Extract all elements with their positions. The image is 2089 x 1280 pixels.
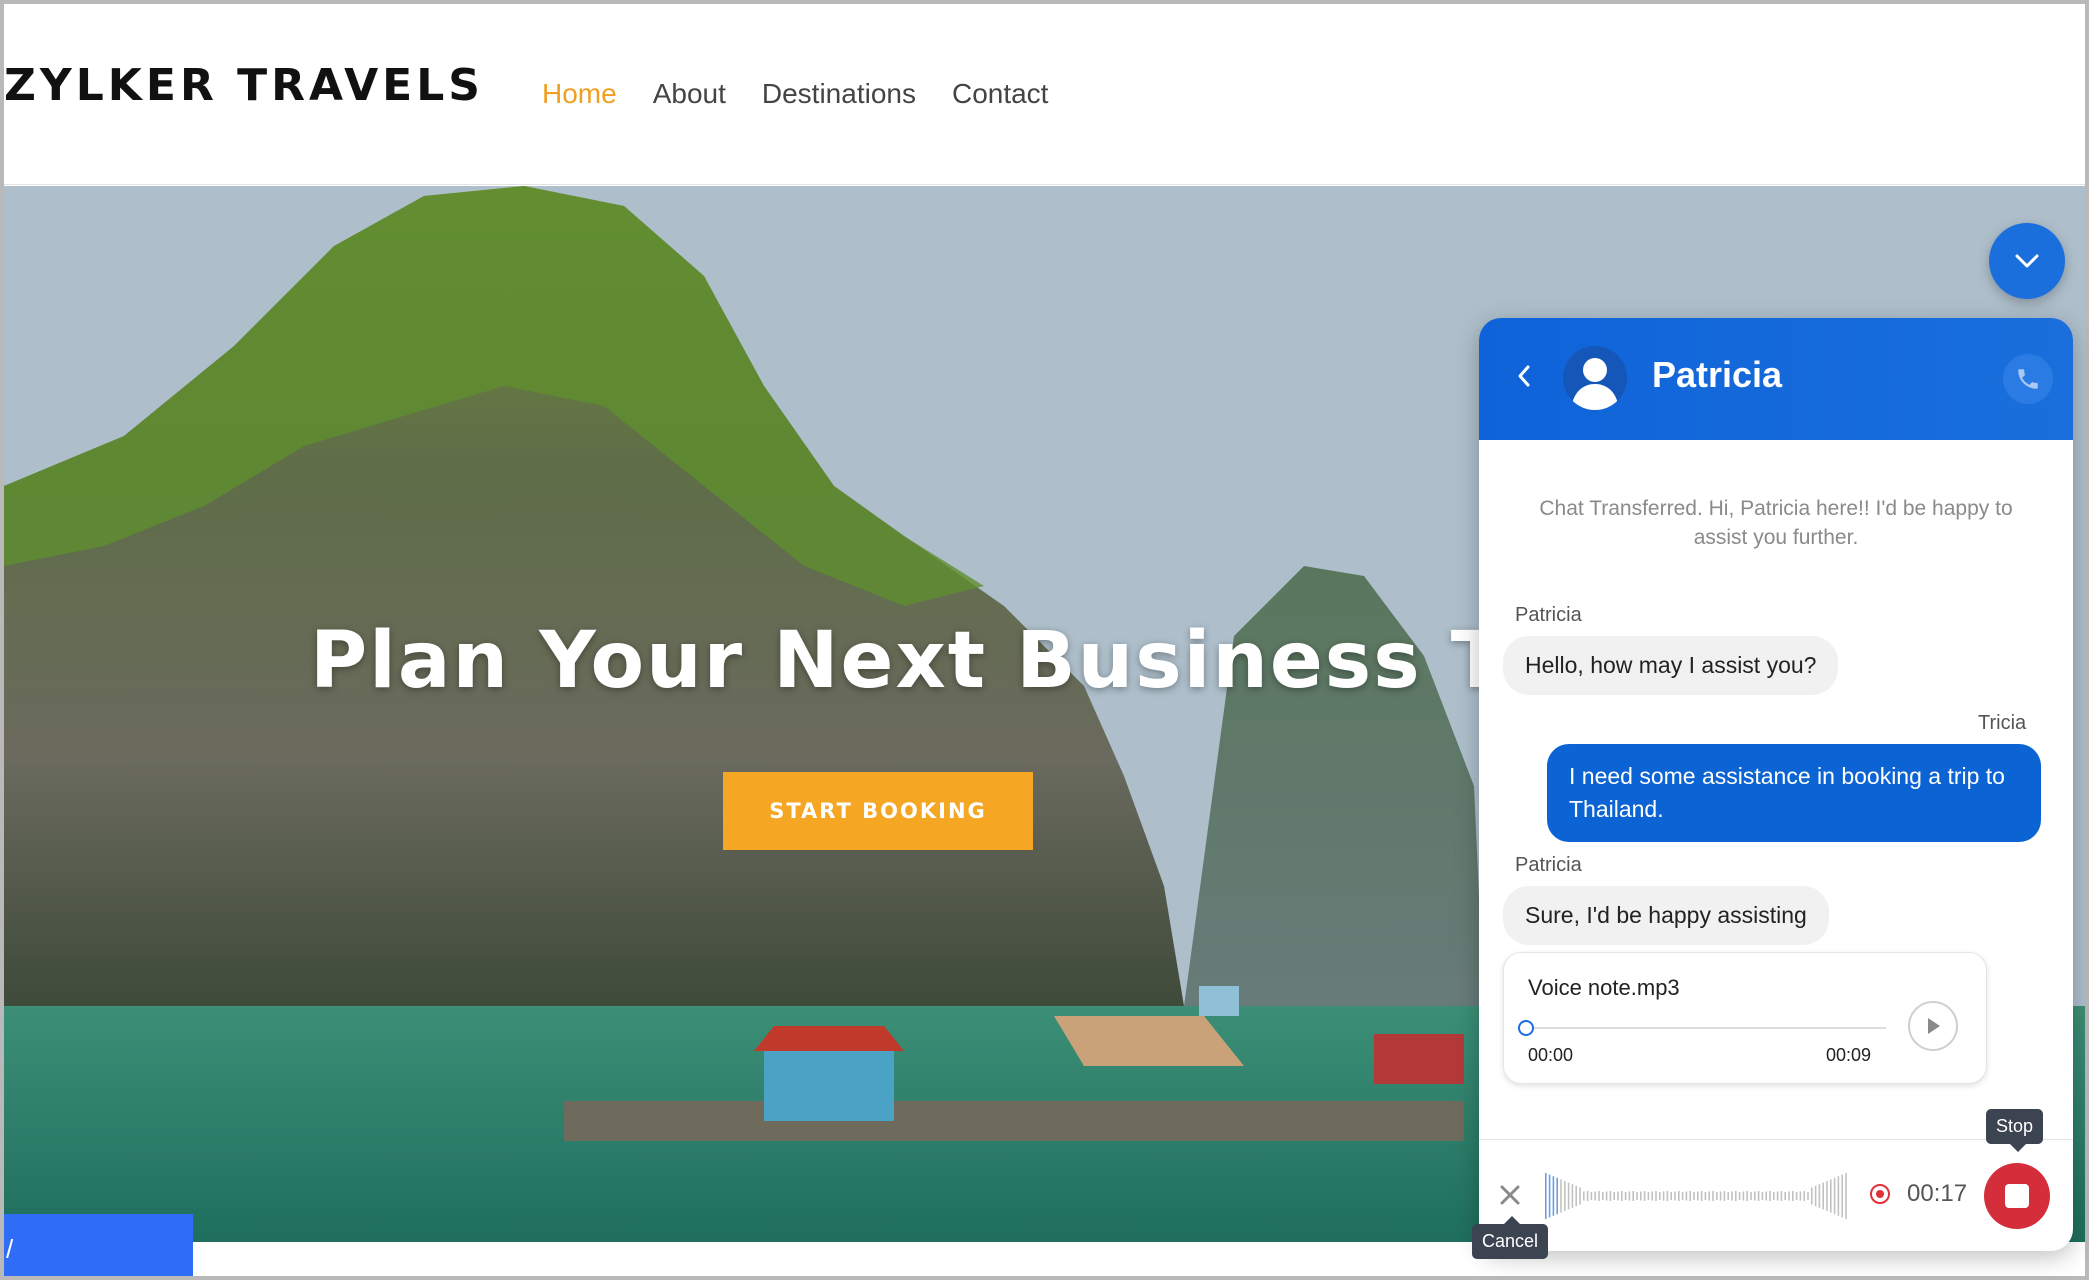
stop-icon: [2005, 1184, 2029, 1208]
voice-note-card: Voice note.mp3 00:00 00:09: [1503, 952, 1987, 1084]
chat-window: Patricia Chat Transferred. Hi, Patricia …: [1479, 318, 2073, 1251]
play-icon: [1928, 1018, 1940, 1034]
voice-note-progress-track[interactable]: [1526, 1027, 1886, 1029]
start-booking-button[interactable]: START BOOKING: [723, 772, 1033, 850]
stop-recording-button[interactable]: [1984, 1163, 2050, 1229]
incoming-message: Sure, I'd be happy assisting: [1503, 886, 1829, 945]
chat-messages[interactable]: Chat Transferred. Hi, Patricia here!! I'…: [1479, 440, 2073, 1140]
avatar: [1563, 346, 1627, 410]
nav-about[interactable]: About: [653, 78, 726, 110]
nav-destinations[interactable]: Destinations: [762, 78, 916, 110]
incoming-message: Hello, how may I assist you?: [1503, 636, 1839, 695]
recording-waveform: [1545, 1173, 1847, 1219]
site-header: ZYLKER TRAVELS Home About Destinations C…: [4, 4, 2085, 185]
nav-home[interactable]: Home: [542, 78, 617, 110]
collapse-chat-button[interactable]: [1989, 223, 2065, 299]
brand-logo[interactable]: ZYLKER TRAVELS: [4, 60, 484, 111]
message-sender: Patricia: [1515, 854, 1582, 876]
back-icon: [1518, 365, 1530, 387]
chat-header: Patricia: [1479, 318, 2073, 440]
phone-icon: [2018, 369, 2038, 389]
close-icon: [1500, 1185, 1520, 1205]
stop-tooltip: Stop: [1986, 1109, 2044, 1152]
voice-note-filename: Voice note.mp3: [1528, 975, 1680, 1000]
nav-contact[interactable]: Contact: [952, 78, 1049, 110]
composer-divider: [1479, 1139, 2073, 1140]
back-button[interactable]: [1509, 356, 1539, 396]
cancel-tooltip: Cancel: [1472, 1216, 1549, 1259]
outgoing-message: I need some assistance in booking a trip…: [1547, 744, 2041, 842]
voice-note-current-time: 00:00: [1528, 1045, 1574, 1065]
voice-note-play-button[interactable]: [1908, 1001, 1958, 1051]
cancel-recording-button[interactable]: [1493, 1178, 1527, 1212]
call-button[interactable]: [2003, 354, 2053, 404]
message-sender: Tricia: [1978, 712, 2027, 734]
avatar-icon: [1571, 358, 1619, 410]
agent-name: Patricia: [1652, 354, 1783, 395]
voice-note-duration: 00:09: [1826, 1045, 1872, 1065]
chevron-down-icon: [2015, 254, 2039, 268]
message-sender: Patricia: [1515, 604, 1582, 626]
recording-elapsed-time: 00:17: [1907, 1180, 1968, 1207]
voice-note-seek-handle[interactable]: [1518, 1020, 1534, 1036]
system-message: Chat Transferred. Hi, Patricia here!! I'…: [1539, 497, 2013, 549]
feedback-tab[interactable]: /: [4, 1214, 193, 1276]
recording-indicator-icon: [1870, 1184, 1890, 1204]
main-nav: Home About Destinations Contact: [542, 78, 1048, 110]
hero-title: Plan Your Next Business Trip: [310, 616, 1625, 706]
